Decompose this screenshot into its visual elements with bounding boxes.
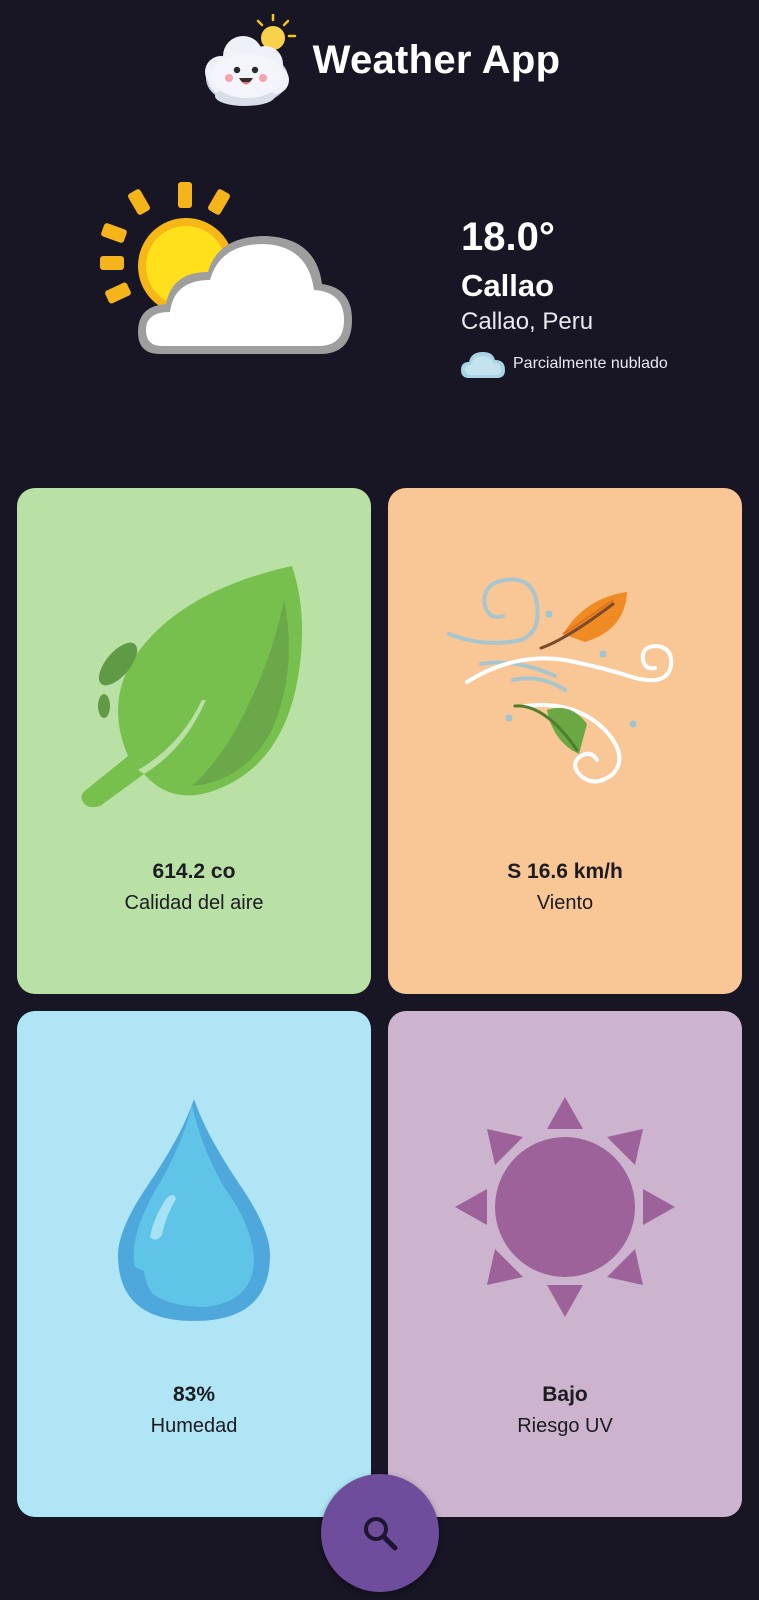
temperature: 18.0° — [461, 215, 555, 259]
water-drop-icon — [118, 1099, 270, 1321]
app-header: Weather App — [0, 14, 759, 110]
cloud-mascot-logo-icon — [204, 14, 296, 106]
weather-condition: Parcialmente nublado — [461, 346, 668, 382]
wind-card[interactable]: S 16.6 km/h Viento — [388, 488, 742, 994]
weather-screen: Weather App 18.0° Callao Callao, Peru Pa… — [0, 0, 759, 1600]
uv-value: Bajo — [542, 1383, 588, 1406]
air-quality-card[interactable]: 614.2 co Calidad del aire — [17, 488, 371, 994]
city-name: Callao — [461, 268, 555, 303]
humidity-label: Humedad — [150, 1415, 238, 1437]
wind-label: Viento — [536, 892, 594, 914]
condition-label: Parcialmente nublado — [513, 355, 668, 372]
region-name: Callao, Peru — [461, 308, 594, 335]
search-icon — [364, 1517, 398, 1551]
search-button[interactable] — [321, 1474, 439, 1592]
leaf-icon — [81, 566, 303, 808]
humidity-value: 83% — [172, 1383, 216, 1406]
air-quality-label: Calidad del aire — [124, 892, 264, 914]
uv-label: Riesgo UV — [517, 1415, 613, 1437]
uv-risk-card[interactable]: Bajo Riesgo UV — [388, 1011, 742, 1517]
current-weather-info: 18.0° Callao Callao, Peru Parcialmente n… — [461, 212, 668, 382]
cloud-icon — [461, 352, 505, 378]
air-quality-value: 614.2 co — [152, 860, 236, 883]
wind-value: S 16.6 km/h — [507, 860, 623, 883]
wind-icon — [447, 577, 674, 784]
partly-cloudy-icon — [100, 182, 352, 354]
sun-icon — [455, 1097, 675, 1317]
humidity-card[interactable]: 83% Humedad — [17, 1011, 371, 1517]
app-title: Weather App — [312, 37, 561, 82]
